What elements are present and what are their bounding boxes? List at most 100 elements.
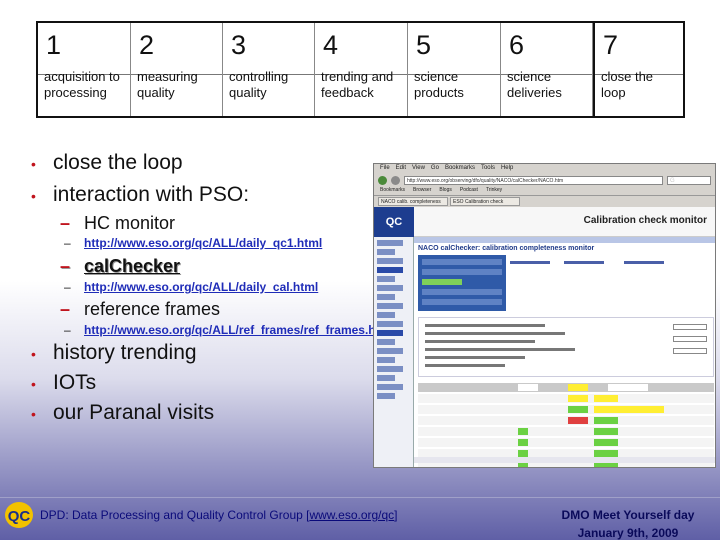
link-hc-monitor[interactable]: – http://www.eso.org/qc/ALL/daily_qc1.ht… [64,236,322,250]
link-text[interactable]: http://www.eso.org/qc/ALL/ref_frames/ref… [84,323,394,337]
sidebar-link[interactable] [377,375,395,381]
process-steps-table: 1 acquisition to processing 2 measuring … [36,21,685,118]
sidebar-link[interactable] [377,276,395,282]
bullet-dot: • [31,406,36,422]
sub-bullet-hc-monitor: – HC monitor [60,213,176,234]
step-label: measuring quality [137,69,198,100]
link-text[interactable]: http://www.eso.org/qc/ALL/daily_cal.html [84,280,318,294]
table-cell [594,395,618,402]
info-line [564,261,604,264]
table-cell [568,406,588,413]
footer-group-link[interactable]: www.eso.org/qc [309,508,394,522]
menu-bookmarks[interactable]: Bookmarks [445,165,475,173]
summary-row [422,289,502,295]
sidebar-link[interactable] [377,348,403,354]
control-text [425,340,535,343]
summary-row [422,259,502,265]
control-select[interactable] [673,348,707,354]
step-number: 6 [509,30,525,60]
table-cell [594,417,618,424]
footer-group: DPD: Data Processing and Quality Control… [40,508,398,522]
sidebar-link[interactable] [377,330,403,336]
control-text [425,356,525,359]
sidebar-link[interactable] [377,303,403,309]
browser-menubar: File Edit View Go Bookmarks Tools Help [374,164,715,174]
table-cell [594,406,664,413]
step-3: 3 controlling quality [223,23,315,116]
link-calchecker[interactable]: – http://www.eso.org/qc/ALL/daily_cal.ht… [64,280,318,294]
bullet-dash: – [60,213,71,233]
sub-bullet-reference-frames: – reference frames [60,299,220,320]
table-cell [568,384,588,391]
footer-event-name: DMO Meet Yourself day [561,508,695,522]
bullet-text: calChecker [84,256,181,276]
browser-tabbar: NACO calib. completeness ESO Calibration… [374,196,715,206]
bookmark-item[interactable]: Bookmarks [380,187,405,194]
sidebar-link[interactable] [377,339,395,345]
link-reference-frames[interactable]: – http://www.eso.org/qc/ALL/ref_frames/r… [64,323,394,337]
menu-tools[interactable]: Tools [481,165,495,173]
step-number: 3 [231,30,247,60]
table-cell [594,450,618,457]
control-select[interactable] [673,336,707,342]
sidebar-link[interactable] [377,393,395,399]
back-arrow-icon[interactable] [378,175,387,185]
step-5: 5 science products [408,23,501,116]
sidebar-link[interactable] [377,258,403,264]
menu-help[interactable]: Help [501,165,513,173]
sidebar-link[interactable] [377,321,403,327]
bullet-iots: • IOTs [31,371,96,395]
menu-edit[interactable]: Edit [396,165,406,173]
link-text[interactable]: http://www.eso.org/qc/ALL/daily_qc1.html [84,236,322,250]
control-select[interactable] [673,324,707,330]
step-label: trending and feedback [321,69,394,100]
sidebar-link[interactable] [377,312,395,318]
step-6: 6 science deliveries [501,23,593,116]
control-panel [418,317,714,377]
sidebar-link[interactable] [377,384,403,390]
step-1: 1 acquisition to processing [38,23,131,116]
footer-divider [0,497,720,498]
sidebar-link[interactable] [377,366,403,372]
address-input[interactable]: http://www.eso.org/observing/dfo/quality… [404,175,663,185]
bullet-text: history trending [53,341,197,364]
sidebar-link[interactable] [377,249,395,255]
search-input[interactable]: G [667,175,711,185]
step-number: 4 [323,30,339,60]
bookmark-item[interactable]: Podcast [460,187,478,194]
table-cell [518,450,528,457]
forward-arrow-icon[interactable] [391,175,400,185]
bullet-dot: • [31,376,36,392]
bookmark-item[interactable]: Blogs [439,187,452,194]
page-title: Calibration check monitor [583,215,707,226]
sidebar-link[interactable] [377,294,395,300]
bookmark-item[interactable]: Browser [413,187,431,194]
sidebar-link[interactable] [377,240,403,246]
menu-view[interactable]: View [412,165,425,173]
control-text [425,324,545,327]
bullet-text: interaction with PSO: [53,183,250,206]
step-label: science deliveries [507,69,562,100]
table-row [418,427,714,436]
sidebar-link[interactable] [377,285,403,291]
table-cell [518,439,528,446]
bullet-history: • history trending [31,341,197,365]
step-number: 2 [139,30,155,60]
bookmark-item[interactable]: Trinkey [486,187,502,194]
calibration-table [418,383,714,467]
tab-calibration-check[interactable]: ESO Calibration check [450,197,520,206]
menu-file[interactable]: File [380,165,390,173]
tab-naco-completeness[interactable]: NACO calib. completeness [378,197,448,206]
report-title: NACO calChecker: calibration completenes… [418,245,595,252]
bullet-text: HC monitor [84,213,176,233]
step-label: science products [414,69,464,100]
sidebar-link[interactable] [377,357,395,363]
summary-row [422,299,502,305]
summary-row [422,269,502,275]
table-cell [518,428,528,435]
footer-event-date: January 9th, 2009 [577,526,679,540]
bullet-text: our Paranal visits [53,401,215,424]
bullet-dot: • [31,156,36,172]
sidebar-link[interactable] [377,267,403,273]
menu-go[interactable]: Go [431,165,439,173]
